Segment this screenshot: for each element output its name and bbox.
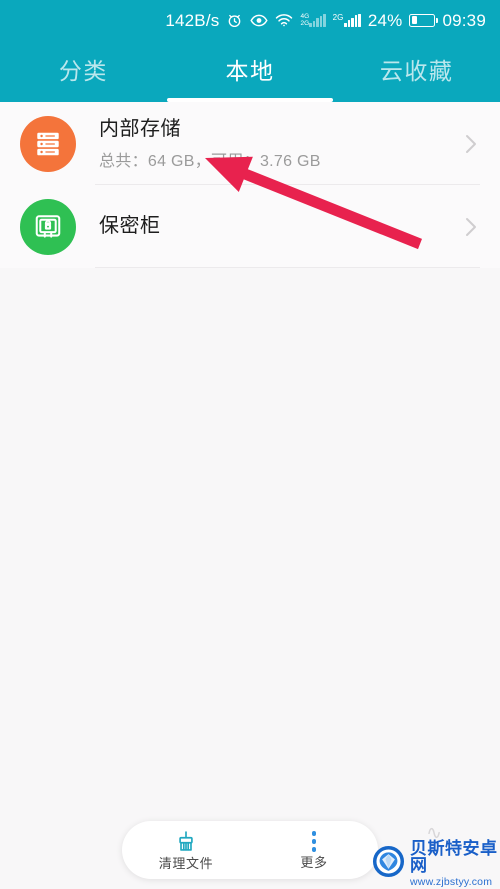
list-item-internal-storage[interactable]: 内部存储 总共：64 GB，可用：3.76 GB: [0, 102, 500, 185]
sim1-2g-label: 2G: [300, 20, 310, 27]
clock-label: 09:39: [442, 10, 486, 30]
bottom-item-more[interactable]: 更多: [250, 831, 378, 869]
list-divider: [95, 267, 480, 268]
tab-bar: 分类 本地 云收藏: [0, 40, 500, 102]
bottom-item-label: 更多: [300, 854, 328, 870]
more-dots-icon: [311, 831, 317, 853]
sim1-4g-label: 4G: [300, 13, 310, 20]
battery-percent-label: 24%: [367, 10, 403, 30]
site-watermark: 贝斯特安卓网 www.zjbstyy.com: [368, 839, 500, 889]
watermark-url: www.zjbstyy.com: [410, 876, 493, 889]
bottom-item-clean-files[interactable]: 清理文件: [122, 830, 250, 870]
wifi-icon: [275, 13, 293, 27]
bottom-item-label: 清理文件: [158, 855, 214, 871]
list-item-subtitle: 总共：64 GB，可用：3.76 GB: [99, 152, 321, 170]
list-item-safe-box[interactable]: 保密柜: [0, 185, 500, 268]
list-item-texts: 内部存储 总共：64 GB，可用：3.76 GB: [99, 117, 463, 171]
chevron-right-icon[interactable]: [463, 213, 480, 241]
sim2-signal-bars: [344, 13, 361, 27]
status-bar: 142B/s 4G 2G 2G 24% 09:39: [0, 0, 500, 40]
dual-sim-4g-2g-icon: 4G 2G: [300, 13, 326, 27]
list-item-texts: 保密柜: [99, 214, 463, 239]
internal-storage-icon: [20, 115, 76, 172]
phone-screen: 142B/s 4G 2G 2G 24% 09:39 分类 本地 云收藏 内部存储…: [0, 0, 500, 889]
watermark-logo-icon: [372, 845, 405, 883]
tab-local[interactable]: 本地: [167, 59, 334, 83]
watermark-title: 贝斯特安卓网: [410, 839, 498, 876]
chevron-right-icon[interactable]: [463, 130, 480, 158]
storage-list: 内部存储 总共：64 GB，可用：3.76 GB 保密柜: [0, 102, 500, 268]
battery-icon: [409, 13, 439, 27]
list-item-title: 保密柜: [99, 215, 161, 237]
sim2-2g-label: 2G: [332, 12, 344, 22]
list-item-title: 内部存储: [99, 117, 181, 140]
safe-box-icon: [20, 198, 76, 255]
broom-icon: [174, 830, 198, 854]
bottom-action-pill: 清理文件 更多: [122, 820, 378, 879]
sim1-signal-bars: [309, 14, 326, 27]
alarm-clock-icon: [226, 12, 243, 29]
signal-2g-icon: 2G: [332, 12, 361, 27]
tab-cloud-favorites[interactable]: 云收藏: [333, 59, 500, 83]
network-speed-label: 142B/s: [165, 10, 220, 30]
tab-categories[interactable]: 分类: [0, 59, 167, 83]
eye-icon: [250, 13, 269, 28]
